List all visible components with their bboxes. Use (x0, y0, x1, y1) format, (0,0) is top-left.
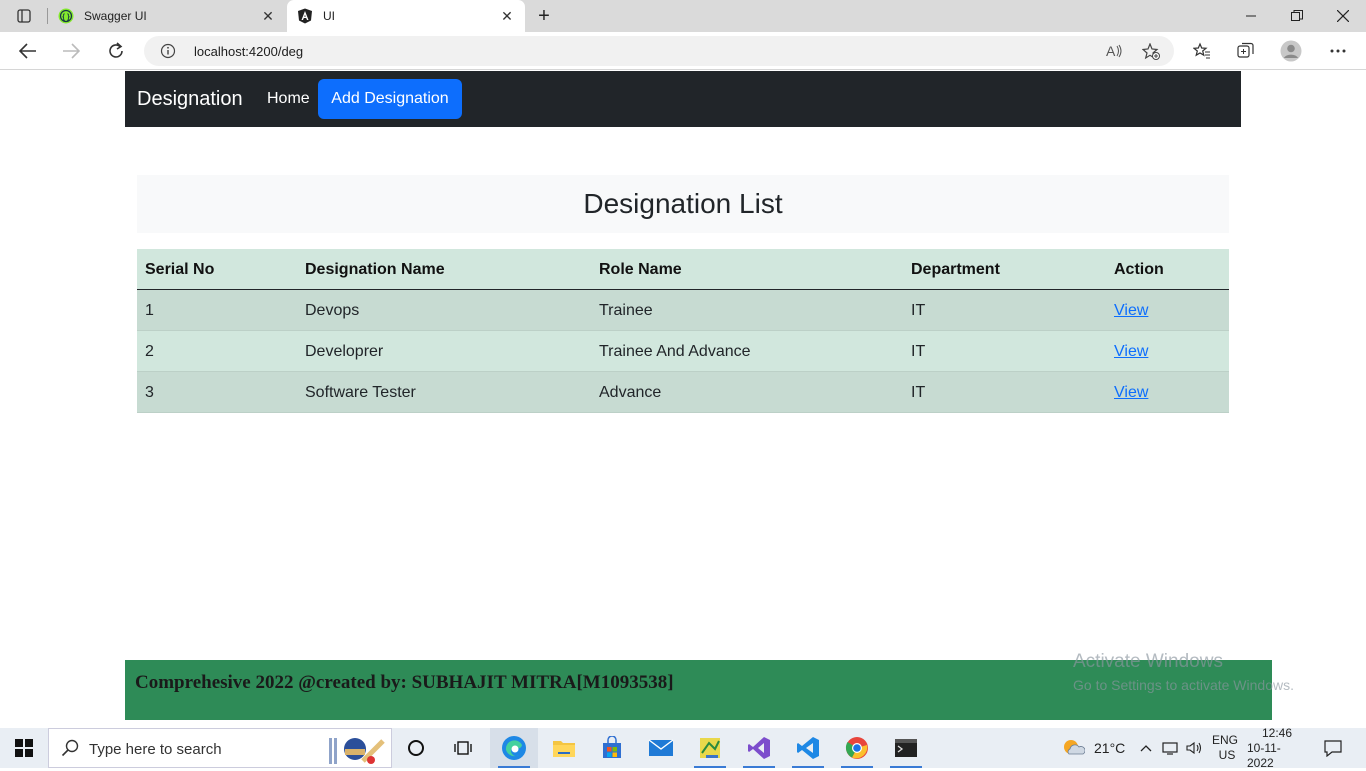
search-icon (61, 739, 79, 762)
close-icon[interactable]: ✕ (495, 4, 519, 28)
add-favorite-icon[interactable] (1141, 42, 1160, 66)
tab-swagger[interactable]: { } Swagger UI ✕ (48, 0, 286, 32)
show-hidden-icons-icon[interactable] (1140, 728, 1152, 768)
edge-taskbar-icon[interactable] (490, 728, 538, 768)
profile-avatar-icon[interactable] (1280, 40, 1302, 62)
weather-temp: 21°C (1094, 740, 1126, 756)
read-aloud-icon[interactable]: A (1106, 43, 1124, 64)
search-placeholder: Type here to search (89, 741, 222, 758)
app-navbar: Designation Home Add Designation (125, 71, 1241, 127)
favorites-icon[interactable] (1191, 40, 1213, 62)
role-cell: Trainee (599, 302, 653, 319)
view-link[interactable]: View (1114, 384, 1148, 401)
lang-region: US (1218, 748, 1236, 762)
tab-title: UI (323, 9, 335, 23)
navbar-brand[interactable]: Designation (137, 88, 243, 111)
vscode-icon[interactable] (784, 728, 832, 768)
table-row: 1 Devops Trainee IT View (137, 290, 1229, 331)
cricket-icon (325, 735, 387, 770)
column-header: Action (1114, 261, 1164, 278)
table-row: 3 Software Tester Advance IT View (137, 372, 1229, 413)
weather-widget[interactable]: 21°C (1061, 728, 1125, 768)
designation-cell: Devops (305, 302, 360, 319)
volume-icon[interactable] (1186, 728, 1204, 768)
watermark-title: Activate Windows (1073, 651, 1223, 672)
serial-cell: 2 (145, 343, 154, 360)
more-options-icon[interactable] (1327, 40, 1349, 62)
store-icon[interactable] (588, 728, 636, 768)
role-cell: Advance (599, 384, 662, 401)
column-header: Designation Name (305, 261, 445, 278)
chrome-icon[interactable] (833, 728, 881, 768)
collections-icon[interactable] (1235, 40, 1257, 62)
network-icon[interactable] (1162, 728, 1178, 768)
address-bar[interactable]: localhost:4200/deg A (144, 36, 1174, 66)
column-header: Department (911, 261, 1000, 278)
restore-button[interactable] (1274, 0, 1320, 32)
language-indicator[interactable]: ENG US (1212, 728, 1238, 768)
nav-home-link[interactable]: Home (267, 90, 310, 108)
info-icon[interactable] (160, 43, 176, 64)
refresh-icon[interactable] (101, 36, 131, 66)
back-icon[interactable] (13, 36, 43, 66)
designation-cell: Software Tester (305, 384, 416, 401)
cortana-icon[interactable] (392, 728, 440, 768)
heading-box: Designation List (137, 175, 1229, 233)
tab-ui[interactable]: UI ✕ (287, 0, 525, 32)
page-title: Designation List (583, 188, 783, 219)
terminal-icon[interactable] (882, 728, 930, 768)
new-tab-button[interactable]: + (532, 4, 556, 28)
serial-cell: 1 (145, 302, 154, 319)
start-button[interactable] (0, 728, 48, 768)
department-cell: IT (911, 302, 926, 319)
clock[interactable]: 12:46 10-11-2022 (1247, 725, 1307, 770)
mail-icon[interactable] (637, 728, 685, 768)
serial-cell: 3 (145, 384, 154, 401)
svg-text:A: A (1106, 43, 1116, 59)
lang-code: ENG (1212, 733, 1239, 747)
table-row: 2 Developrer Trainee And Advance IT View (137, 331, 1229, 372)
forward-icon[interactable] (56, 36, 86, 66)
activate-windows-watermark: Activate Windows Go to Settings to activ… (1073, 651, 1294, 693)
column-header: Serial No (145, 261, 215, 278)
taskbar-search-box[interactable]: Type here to search (48, 728, 392, 768)
svg-text:{ }: { } (62, 14, 70, 21)
clock-date: 10-11-2022 (1247, 740, 1281, 770)
view-link[interactable]: View (1114, 302, 1148, 319)
designation-table: Serial No Designation Name Role Name Dep… (137, 249, 1229, 413)
windows-logo-icon (15, 739, 33, 757)
department-cell: IT (911, 343, 926, 360)
role-cell: Trainee And Advance (599, 343, 751, 360)
swagger-icon: { } (58, 8, 74, 24)
task-view-icon[interactable] (440, 728, 488, 768)
footer-text: Comprehesive 2022 @created by: SUBHAJIT … (135, 672, 674, 693)
visual-studio-icon[interactable] (735, 728, 783, 768)
department-cell: IT (911, 384, 926, 401)
windows-taskbar: Type here to search 21°C ENG US 12:46 10… (0, 725, 1366, 770)
sticky-app-icon[interactable] (686, 728, 734, 768)
file-explorer-icon[interactable] (540, 728, 588, 768)
table-header: Serial No Designation Name Role Name Dep… (137, 249, 1229, 290)
add-designation-button[interactable]: Add Designation (318, 79, 462, 119)
url-text[interactable]: localhost:4200/deg (194, 44, 303, 59)
column-header: Role Name (599, 261, 682, 278)
view-link[interactable]: View (1114, 343, 1148, 360)
clock-time: 12:46 (1261, 725, 1293, 740)
tab-actions-icon[interactable] (10, 6, 38, 26)
tab-title: Swagger UI (84, 9, 147, 23)
watermark-subtitle: Go to Settings to activate Windows. (1073, 677, 1294, 693)
browser-toolbar: localhost:4200/deg A (0, 32, 1366, 70)
page-content: Designation Home Add Designation Designa… (0, 71, 1366, 728)
browser-tab-bar: { } Swagger UI ✕ UI ✕ + (0, 0, 1366, 32)
close-window-button[interactable] (1320, 0, 1366, 32)
weather-icon (1064, 740, 1085, 755)
close-icon[interactable]: ✕ (256, 4, 280, 28)
angular-icon (297, 8, 313, 24)
notification-icon[interactable] (1324, 728, 1342, 768)
designation-cell: Developrer (305, 343, 384, 360)
minimize-button[interactable] (1228, 0, 1274, 32)
